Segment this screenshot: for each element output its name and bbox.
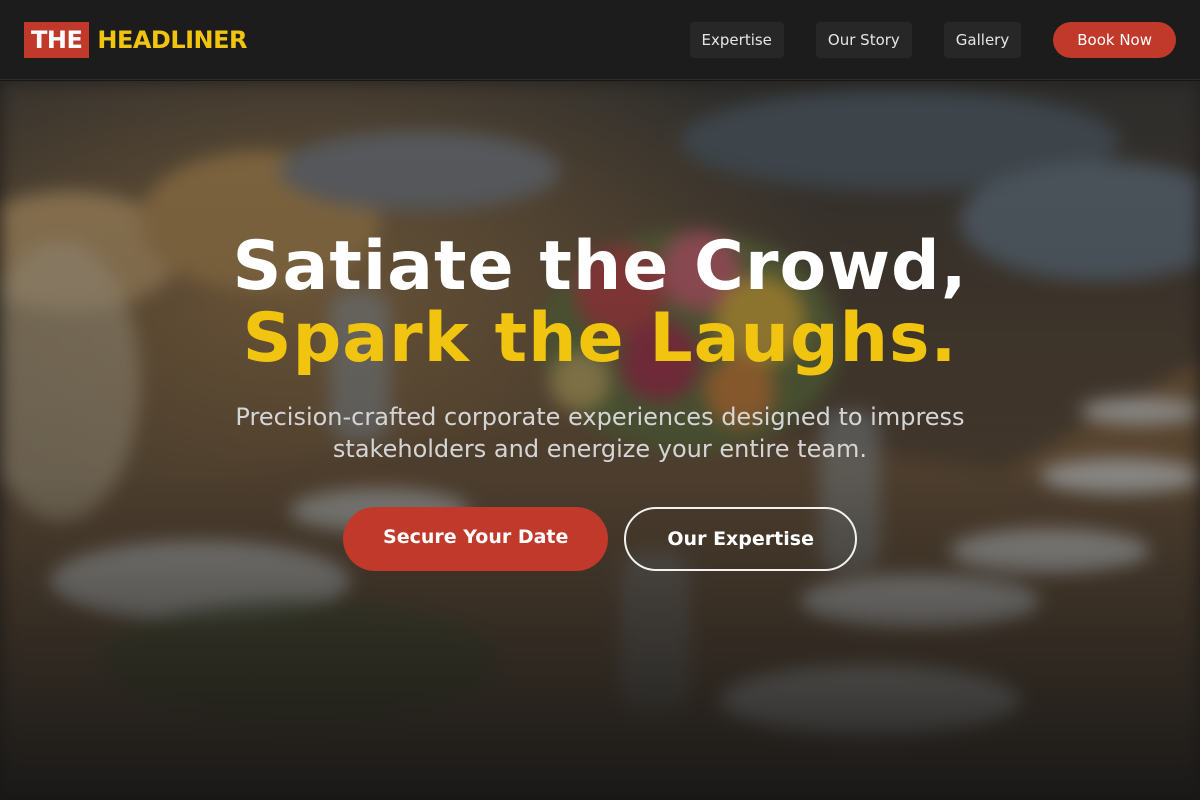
hero-content: Satiate the Crowd, Spark the Laughs. Pre… xyxy=(0,231,1200,571)
nav-link-gallery[interactable]: Gallery xyxy=(943,21,1022,58)
site-header: THE HEADLINER Expertise Our Story Galler… xyxy=(0,0,1200,80)
hero-title: Satiate the Crowd, Spark the Laughs. xyxy=(0,231,1200,375)
hero-section: Satiate the Crowd, Spark the Laughs. Pre… xyxy=(0,81,1200,800)
hero-subtitle: Precision-crafted corporate experiences … xyxy=(235,403,965,463)
logo-prefix: THE xyxy=(24,21,90,58)
hero-cta-group: Secure Your Date Our Expertise xyxy=(0,507,1200,571)
nav-link-our-story[interactable]: Our Story xyxy=(815,21,912,58)
logo-name: HEADLINER xyxy=(97,25,248,54)
hero-title-line2: Spark the Laughs. xyxy=(242,299,958,378)
nav-link-expertise[interactable]: Expertise xyxy=(689,21,784,58)
secure-date-button[interactable]: Secure Your Date xyxy=(343,507,609,571)
book-now-button[interactable]: Book Now xyxy=(1053,21,1176,58)
our-expertise-button[interactable]: Our Expertise xyxy=(624,507,857,571)
hero-title-line1: Satiate the Crowd, xyxy=(232,227,968,306)
brand-logo[interactable]: THE HEADLINER xyxy=(24,21,248,58)
main-nav: Expertise Our Story Gallery Book Now xyxy=(658,21,1176,58)
